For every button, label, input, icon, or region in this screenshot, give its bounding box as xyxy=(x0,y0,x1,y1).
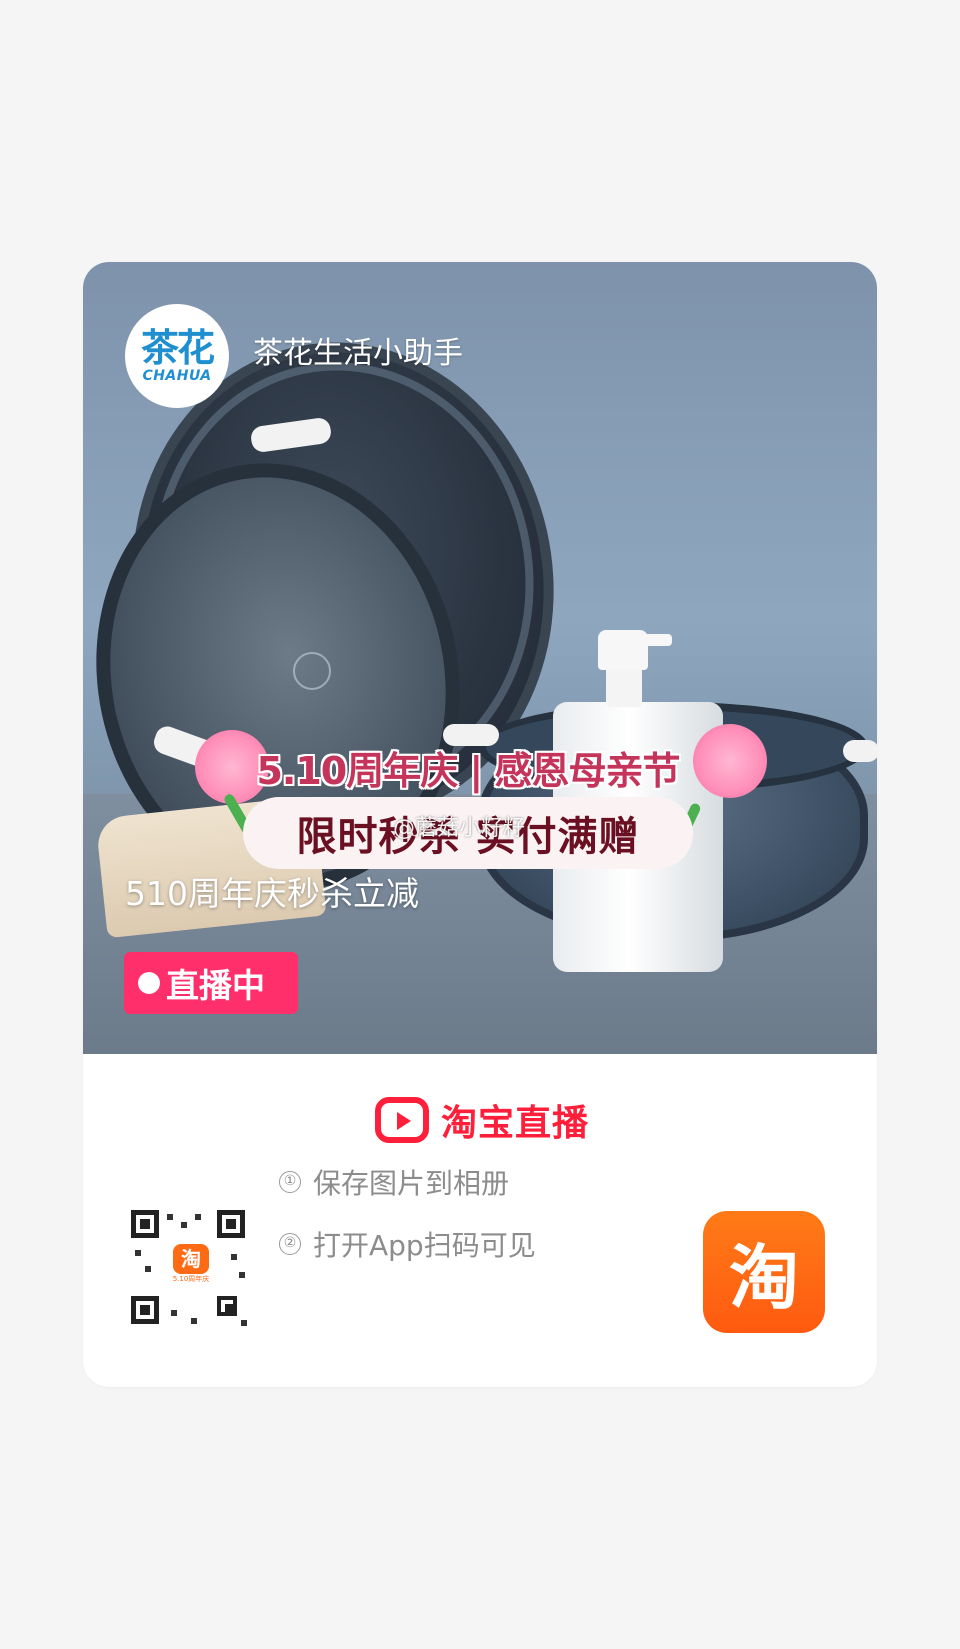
qr-module xyxy=(135,1250,141,1256)
step-text: 打开App扫码可见 xyxy=(313,1229,536,1262)
play-icon xyxy=(375,1097,429,1143)
live-status-badge: 直播中 xyxy=(124,952,298,1014)
qr-finder xyxy=(217,1210,245,1238)
shop-avatar[interactable]: 茶花 CHAHUA xyxy=(125,304,229,408)
qr-module xyxy=(195,1214,201,1220)
qr-center-logo: 淘 5.10周年庆 xyxy=(167,1244,215,1288)
qr-module xyxy=(167,1214,173,1220)
taobao-icon: 淘 xyxy=(173,1244,209,1274)
qr-module xyxy=(171,1310,177,1316)
live-title: 510周年庆秒杀立减 xyxy=(125,874,419,913)
taobao-app-icon[interactable]: 淘 xyxy=(703,1211,825,1333)
carnation-icon xyxy=(693,724,767,798)
basin-drain xyxy=(293,652,331,690)
qr-finder xyxy=(131,1210,159,1238)
qr-module xyxy=(145,1266,151,1272)
qr-module xyxy=(231,1254,237,1260)
live-status-label: 直播中 xyxy=(166,966,265,1005)
qr-module xyxy=(241,1320,247,1326)
shop-logo-subtext: CHAHUA xyxy=(142,368,212,384)
live-cover-image[interactable]: 茶花 CHAHUA 茶花生活小助手 5.10周年庆 | 感恩母亲节 限时秒杀 实… xyxy=(83,262,877,1054)
qr-alignment xyxy=(217,1296,237,1316)
promo-headline: 5.10周年庆 | 感恩母亲节 xyxy=(256,749,680,793)
taobao-live-label: 淘宝直播 xyxy=(441,1103,590,1144)
shop-logo-text: 茶花 xyxy=(140,326,215,370)
qr-module xyxy=(191,1318,197,1324)
instruction-step-1: ① 保存图片到相册 xyxy=(279,1162,509,1202)
qr-finder xyxy=(131,1296,159,1324)
step-text: 保存图片到相册 xyxy=(313,1167,510,1200)
qr-module xyxy=(239,1272,245,1278)
basin-handle xyxy=(843,740,877,762)
qr-code[interactable]: 淘 5.10周年庆 xyxy=(131,1210,251,1330)
taobao-live-logo: 淘宝直播 xyxy=(375,1094,589,1146)
share-card: 茶花 CHAHUA 茶花生活小助手 5.10周年庆 | 感恩母亲节 限时秒杀 实… xyxy=(83,262,877,1387)
live-dot-icon xyxy=(138,972,160,994)
bottle-nozzle xyxy=(638,634,672,646)
instruction-step-2: ② 打开App扫码可见 xyxy=(279,1224,536,1264)
step-number: ① xyxy=(279,1171,301,1193)
taobao-app-icon-label: 淘 xyxy=(729,1236,799,1319)
bottle-neck xyxy=(606,667,642,707)
shop-name[interactable]: 茶花生活小助手 xyxy=(253,336,463,372)
step-number: ② xyxy=(279,1233,301,1255)
weibo-watermark: @蘑菇小籽籽 xyxy=(393,816,526,841)
qr-center-caption: 5.10周年庆 xyxy=(172,1275,210,1283)
qr-module xyxy=(181,1222,187,1228)
